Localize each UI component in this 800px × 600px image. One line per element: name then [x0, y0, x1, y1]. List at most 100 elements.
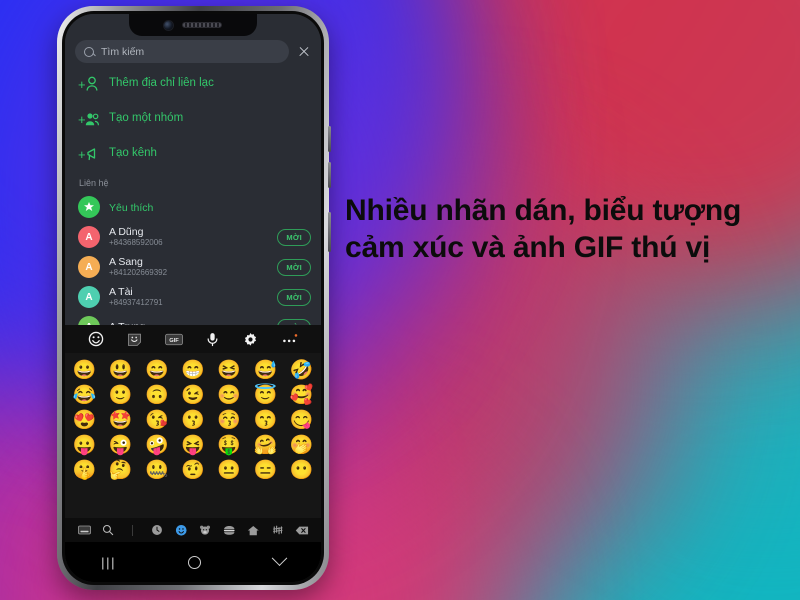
gif-icon[interactable]: GIF [164, 330, 183, 348]
earpiece-speaker-icon [182, 22, 222, 28]
emoji-row: 🤫 🤔 🤐 🤨 😐 😑 😶 [71, 458, 315, 483]
home-button[interactable] [188, 555, 202, 569]
recents-button[interactable]: ||| [101, 555, 116, 570]
more-options-icon[interactable] [281, 330, 299, 348]
contacts-app: Tìm kiếm + Thêm địa chỉ liên lạc + Tạo m… [65, 14, 321, 338]
emoji-key[interactable]: 😁 [179, 361, 206, 380]
power-button[interactable] [328, 212, 331, 252]
close-icon[interactable] [297, 45, 311, 59]
emoji-key[interactable]: 😐 [216, 461, 243, 480]
search-placeholder: Tìm kiếm [101, 45, 145, 58]
list-item-text: A Tài +84937412791 [109, 286, 268, 308]
action-label: Tạo kênh [109, 147, 157, 159]
microphone-icon[interactable] [203, 330, 221, 348]
dismiss-keyboard-button[interactable] [271, 549, 288, 566]
contact-name: A Dũng [109, 225, 144, 238]
emoji-row: 😍 🤩 😘 😗 😚 😙 😋 [71, 408, 315, 433]
emoji-key[interactable]: 🤔 [107, 461, 134, 480]
search-input[interactable]: Tìm kiếm [75, 40, 289, 63]
headline-line-2: cảm xúc và ảnh GIF thú vị [345, 231, 711, 265]
emoji-key[interactable]: 😚 [216, 411, 243, 430]
settings-gear-icon[interactable] [242, 330, 260, 348]
avatar-initial: A [85, 261, 93, 273]
emoji-key[interactable]: 🥰 [288, 386, 315, 405]
action-label: Tạo một nhóm [109, 112, 184, 124]
emoji-key[interactable]: 😙 [252, 411, 279, 430]
emoji-key[interactable]: 🙃 [143, 386, 170, 405]
table-row[interactable]: A A Tài +84937412791 MỜI [75, 282, 311, 312]
volume-up-button[interactable] [328, 126, 331, 152]
table-row[interactable]: A A Dũng +84368592006 MỜI [75, 222, 311, 252]
keyboard-toolbar: GIF [65, 325, 321, 353]
headline-line-1: Nhiều nhãn dán, biểu tượng [345, 194, 742, 227]
food-icon[interactable] [217, 518, 241, 542]
emoji-key[interactable]: 🤣 [288, 361, 315, 380]
emoji-key[interactable]: 😄 [143, 361, 170, 380]
svg-text:GIF: GIF [169, 337, 179, 343]
symbols-icon[interactable] [266, 518, 290, 542]
emoji-keyboard: GIF 😀 😃 😄 😁 😆 😅 🤣 😂 🙂 🙃 😉 😊 😇 🥰 😍 🤩 😘 😗 … [65, 325, 321, 582]
emoji-key[interactable]: 😊 [216, 386, 243, 405]
list-item-text: A Sang +841202669392 [109, 256, 268, 278]
emoji-key[interactable]: 😂 [71, 386, 98, 405]
invite-button[interactable]: MỜI [277, 228, 311, 246]
svg-text:+: + [78, 112, 86, 127]
travel-icon[interactable] [241, 518, 265, 542]
emoji-key[interactable]: 🤨 [179, 461, 206, 480]
action-create-channel[interactable]: + Tạo kênh [75, 138, 311, 168]
recent-icon[interactable] [145, 518, 169, 542]
emoji-key[interactable]: 😉 [179, 386, 206, 405]
contact-name: A Tài [109, 285, 133, 298]
emoji-key[interactable]: 😛 [71, 436, 98, 455]
smileys-icon[interactable] [169, 518, 193, 542]
emoji-key[interactable]: 🤪 [143, 436, 170, 455]
emoji-key[interactable]: 🤗 [252, 436, 279, 455]
emoji-key[interactable]: 🤑 [216, 436, 243, 455]
emoji-key[interactable]: 🤩 [107, 411, 134, 430]
emoji-key[interactable]: 😅 [252, 361, 279, 380]
emoji-key[interactable]: 😑 [252, 461, 279, 480]
emoji-key[interactable]: 🤐 [143, 461, 170, 480]
action-create-group[interactable]: + Tạo một nhóm [75, 103, 311, 133]
emoji-key[interactable]: 🙂 [107, 386, 134, 405]
sticker-icon[interactable] [126, 330, 144, 348]
invite-button[interactable]: MỜI [277, 258, 311, 276]
emoji-key[interactable]: 😍 [71, 411, 98, 430]
list-item-text: A Dũng +84368592006 [109, 226, 268, 248]
emoji-key[interactable]: 🤭 [288, 436, 315, 455]
backspace-icon[interactable] [290, 518, 314, 542]
invite-button[interactable]: MỜI [277, 288, 311, 306]
animals-icon[interactable] [193, 518, 217, 542]
action-label: Thêm địa chỉ liên lạc [109, 77, 214, 89]
avatar: A [78, 256, 100, 278]
avatar-initial: A [85, 231, 93, 243]
android-navigation-bar: ||| [65, 542, 321, 582]
action-add-contact[interactable]: + Thêm địa chỉ liên lạc [75, 68, 311, 98]
emoji-key[interactable]: 😋 [288, 411, 315, 430]
emoji-icon[interactable] [87, 330, 105, 348]
table-row[interactable]: A A Sang +841202669392 MỜI [75, 252, 311, 282]
contact-name: A Sang [109, 255, 143, 268]
emoji-key[interactable]: 😗 [179, 411, 206, 430]
emoji-key[interactable]: 😃 [107, 361, 134, 380]
emoji-key[interactable]: 😀 [71, 361, 98, 380]
emoji-key[interactable]: 😆 [216, 361, 243, 380]
emoji-key[interactable]: 😇 [252, 386, 279, 405]
contact-phone: +84937412791 [109, 298, 163, 308]
emoji-key[interactable]: 😜 [107, 436, 134, 455]
emoji-key[interactable]: 😘 [143, 411, 170, 430]
avatar: A [78, 286, 100, 308]
emoji-key[interactable]: 😝 [179, 436, 206, 455]
emoji-key[interactable]: 🤫 [71, 461, 98, 480]
list-item-favorites[interactable]: Yêu thích [75, 192, 311, 222]
emoji-key[interactable]: 😶 [288, 461, 315, 480]
phone-bezel: Tìm kiếm + Thêm địa chỉ liên lạc + Tạo m… [62, 11, 324, 585]
contact-phone: +84368592006 [109, 238, 163, 248]
phone-notch [129, 14, 257, 36]
volume-down-button[interactable] [328, 162, 331, 188]
search-icon [84, 46, 94, 57]
search-icon[interactable] [96, 518, 120, 542]
keyboard-icon[interactable] [72, 518, 96, 542]
create-group-icon: + [78, 109, 99, 127]
emoji-category-bar [65, 518, 321, 542]
